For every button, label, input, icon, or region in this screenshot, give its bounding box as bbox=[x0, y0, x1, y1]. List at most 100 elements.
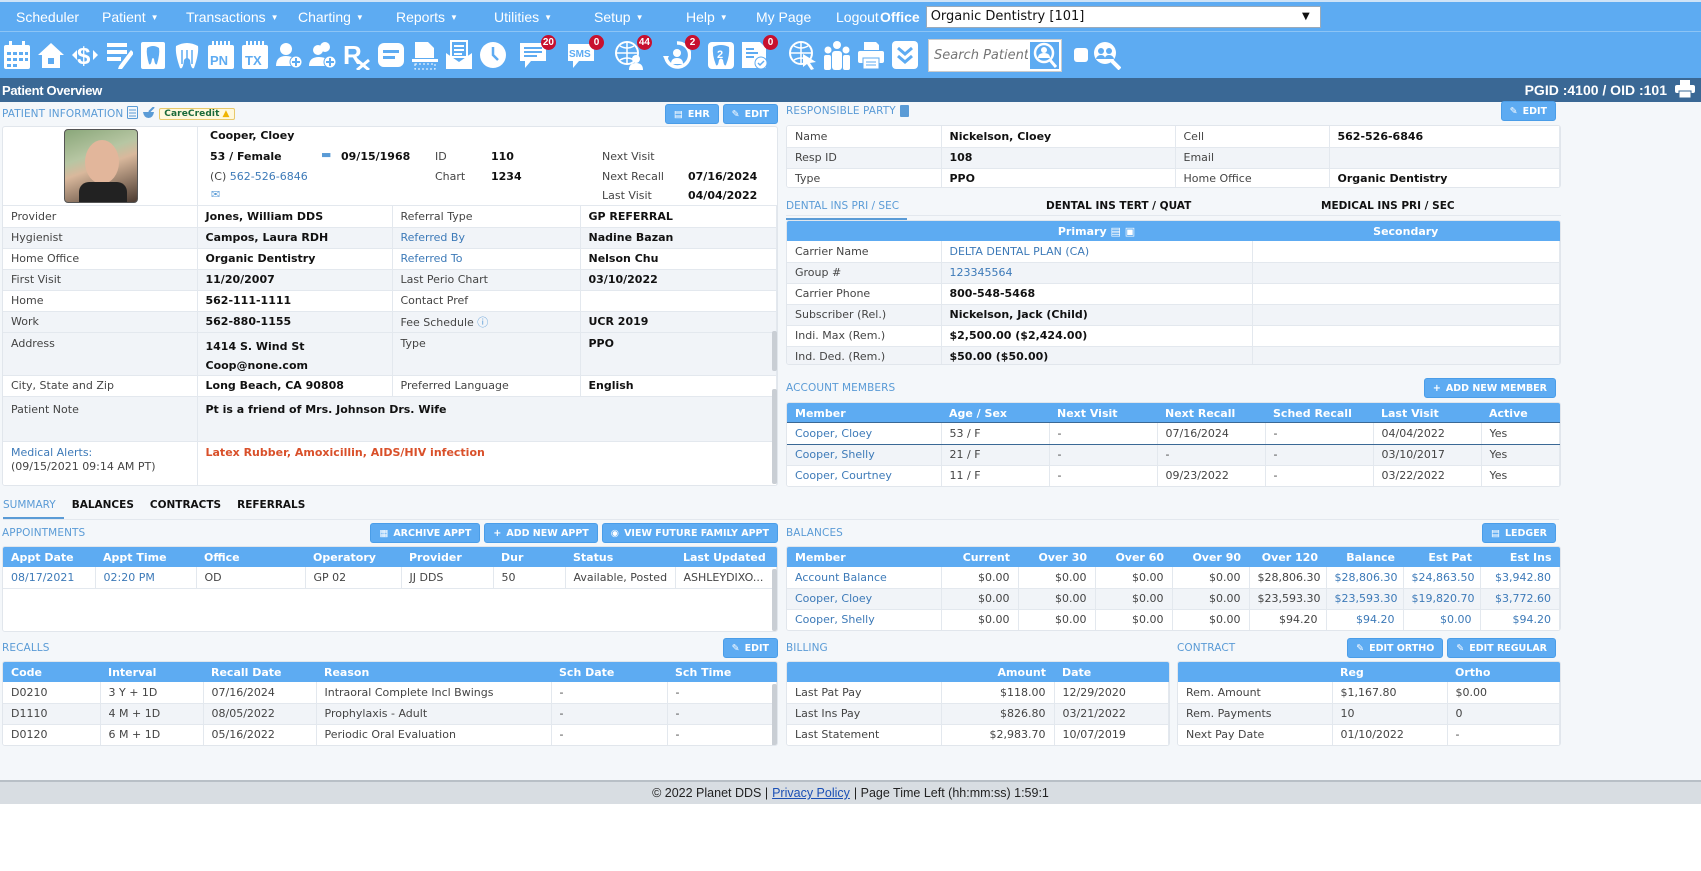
print-icon[interactable] bbox=[856, 38, 886, 72]
view-future-family-appt-button[interactable]: ◉ VIEW FUTURE FAMILY APPT bbox=[601, 523, 778, 543]
info-icon[interactable]: ⓘ bbox=[474, 316, 488, 329]
search-patient-button[interactable] bbox=[1028, 39, 1061, 71]
column-header[interactable]: Over 60 bbox=[1095, 547, 1172, 567]
mail-icon[interactable] bbox=[444, 38, 474, 72]
column-header[interactable]: Current bbox=[941, 547, 1018, 567]
scan-document-icon[interactable] bbox=[410, 38, 440, 72]
column-header[interactable] bbox=[787, 662, 941, 682]
nav-patient[interactable]: Patient ▼ bbox=[102, 9, 186, 25]
account-member-row[interactable]: Cooper, Shelly 21 / F - - -03/10/2017 Yes bbox=[787, 444, 1560, 466]
column-header[interactable]: Operatory bbox=[305, 547, 401, 567]
privacy-policy-link[interactable]: Privacy Policy bbox=[772, 786, 850, 800]
column-header[interactable]: Age / Sex bbox=[941, 403, 1049, 423]
patient-note-scrollbar[interactable] bbox=[772, 389, 777, 484]
expand-icon[interactable] bbox=[890, 38, 920, 72]
tooth-chart-icon[interactable] bbox=[138, 38, 168, 72]
pn-icon[interactable]: PN bbox=[206, 38, 236, 72]
account-member-row[interactable]: Cooper, Cloey 53 / F -07/16/2024-04/04/202… bbox=[787, 422, 1560, 445]
column-header[interactable]: Last Updated bbox=[675, 547, 777, 567]
ehr-button[interactable]: ▤ EHR bbox=[664, 104, 719, 124]
column-header[interactable]: Date bbox=[1054, 662, 1169, 682]
print-icon[interactable] bbox=[1675, 79, 1695, 101]
column-header[interactable]: Next Recall bbox=[1157, 403, 1265, 423]
dollar-cycle-icon[interactable]: $ bbox=[70, 38, 100, 72]
column-header[interactable]: Provider bbox=[401, 547, 493, 567]
archive-appt-button[interactable]: ▦ ARCHIVE APPT bbox=[370, 523, 481, 543]
table-cell[interactable]: Cooper, Cloey bbox=[787, 588, 942, 610]
column-header[interactable] bbox=[1178, 662, 1332, 682]
column-header[interactable]: Dur bbox=[493, 547, 565, 567]
column-header[interactable]: Next Visit bbox=[1049, 403, 1157, 423]
column-header[interactable]: Over 120 bbox=[1249, 547, 1326, 567]
nav-transactions[interactable]: Transactions ▼ bbox=[186, 9, 298, 25]
patient-phone-link[interactable]: 562-526-6846 bbox=[230, 170, 308, 183]
ledger-button[interactable]: ▤ LEDGER bbox=[1481, 523, 1556, 543]
search-patient-input[interactable] bbox=[929, 47, 1029, 63]
table-cell[interactable]: 123345564 bbox=[941, 262, 1253, 284]
tab-contracts[interactable]: CONTRACTS bbox=[150, 495, 229, 519]
sms-icon[interactable]: SMS 0 bbox=[566, 35, 604, 72]
calendar-icon[interactable] bbox=[2, 38, 32, 72]
column-header[interactable]: Sch Time bbox=[667, 662, 777, 682]
table-cell[interactable]: Cooper, Cloey bbox=[787, 423, 942, 445]
family-search-checkbox[interactable] bbox=[1074, 48, 1088, 62]
insurance-tab-2[interactable]: DENTAL INS TERT / QUAT bbox=[1046, 196, 1199, 218]
column-header[interactable]: Status bbox=[565, 547, 675, 567]
add-new-appt-button[interactable]: + ADD NEW APPT bbox=[484, 523, 598, 543]
table-cell[interactable]: Cooper, Shelly bbox=[787, 444, 942, 466]
column-header[interactable]: Over 30 bbox=[1018, 547, 1095, 567]
family-search-icon[interactable] bbox=[1092, 38, 1122, 72]
carecredit-badge[interactable]: CareCredit ▲ bbox=[159, 108, 235, 120]
office-select[interactable]: Organic Dentistry [101] ▼ bbox=[925, 5, 1321, 28]
add-new-member-button[interactable]: + ADD NEW MEMBER bbox=[1423, 378, 1556, 398]
sync-icon[interactable]: 2 bbox=[662, 35, 700, 72]
recalls-scrollbar[interactable] bbox=[772, 684, 777, 745]
recalls-edit-button[interactable]: ✎ EDIT bbox=[722, 638, 778, 658]
patient-edit-button[interactable]: ✎ EDIT bbox=[722, 104, 778, 124]
document-icon[interactable] bbox=[127, 106, 139, 122]
mortar-pestle-icon[interactable] bbox=[142, 105, 156, 122]
family-icon[interactable] bbox=[822, 38, 852, 72]
column-header[interactable]: Ortho bbox=[1447, 662, 1560, 682]
clock-icon[interactable] bbox=[478, 38, 508, 72]
column-header[interactable]: Est Pat bbox=[1403, 547, 1480, 567]
insurance-tab-1[interactable]: DENTAL INS PRI / SEC bbox=[786, 196, 908, 220]
nav-setup[interactable]: Setup ▼ bbox=[594, 9, 686, 25]
responsible-party-edit-button[interactable]: ✎ EDIT bbox=[1500, 101, 1556, 121]
column-header[interactable]: Amount bbox=[941, 662, 1054, 682]
table-cell[interactable]: Cooper, Shelly bbox=[787, 609, 942, 630]
nav-reports[interactable]: Reports ▼ bbox=[396, 9, 494, 25]
web-patients-icon[interactable]: 44 bbox=[614, 35, 652, 72]
nav-charting[interactable]: Charting ▼ bbox=[298, 9, 396, 25]
table-cell[interactable]: Account Balance bbox=[787, 567, 942, 589]
nav-my-page[interactable]: My Page bbox=[756, 9, 836, 25]
messages-icon[interactable]: 20 bbox=[518, 35, 556, 72]
column-header[interactable]: Interval bbox=[100, 662, 203, 682]
note-icon[interactable] bbox=[376, 38, 406, 72]
table-cell[interactable]: Referred By bbox=[392, 227, 581, 249]
column-header[interactable]: Appt Date bbox=[3, 547, 95, 567]
tab-summary[interactable]: SUMMARY bbox=[3, 495, 64, 519]
column-header[interactable]: Sch Date bbox=[551, 662, 667, 682]
table-cell[interactable]: DELTA DENTAL PLAN (CA) bbox=[941, 241, 1253, 263]
eligibility-icon[interactable]: ▤ bbox=[1110, 225, 1120, 238]
email-icon[interactable]: ✉ bbox=[211, 188, 220, 201]
patient-photo[interactable] bbox=[64, 129, 138, 203]
column-header[interactable]: Member bbox=[787, 403, 941, 423]
appointment-row[interactable]: 08/17/2021 02:20 PM OD GP 02 JJ DDS 50 Availab… bbox=[3, 567, 777, 589]
tab-referrals[interactable]: REFERRALS bbox=[237, 495, 313, 519]
forms-icon[interactable]: 0 bbox=[740, 35, 778, 72]
patient-info-scrollbar[interactable] bbox=[772, 331, 777, 371]
nav-help[interactable]: Help ▼ bbox=[686, 9, 756, 25]
column-header[interactable]: Est Ins bbox=[1480, 547, 1560, 567]
edit-ortho-button[interactable]: ✎ EDIT ORTHO bbox=[1347, 638, 1444, 658]
insurance-tab-3[interactable]: MEDICAL INS PRI / SEC bbox=[1321, 196, 1463, 218]
nav-logout[interactable]: Logout bbox=[836, 9, 880, 25]
save-icon[interactable]: ▣ bbox=[1125, 225, 1135, 238]
tooth-icon[interactable] bbox=[172, 38, 202, 72]
add-family-icon[interactable] bbox=[308, 38, 338, 72]
medical-alerts-label[interactable]: Medical Alerts: bbox=[11, 446, 189, 460]
column-header[interactable]: Appt Time bbox=[95, 547, 196, 567]
nav-scheduler[interactable]: Scheduler bbox=[16, 9, 102, 25]
tx-icon[interactable]: TX bbox=[240, 38, 270, 72]
